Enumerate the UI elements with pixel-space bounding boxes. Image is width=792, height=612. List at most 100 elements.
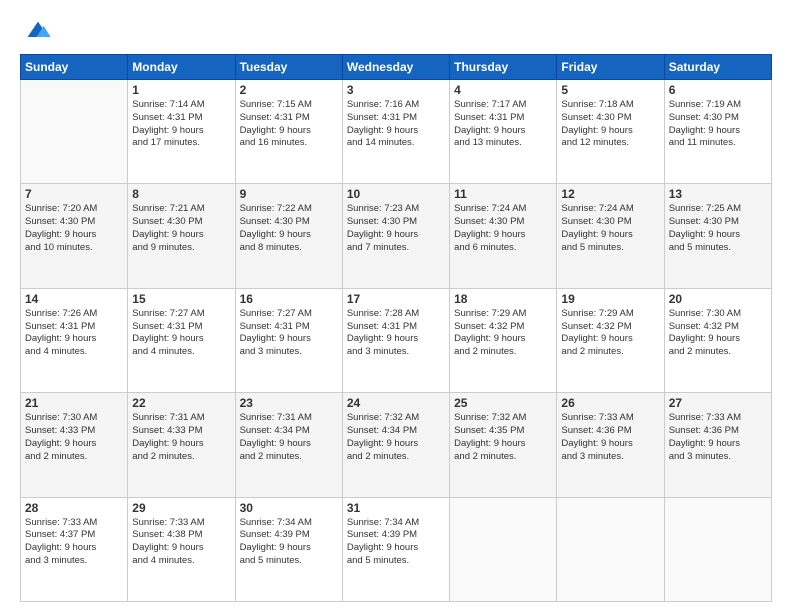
- logo: [20, 16, 52, 44]
- day-number: 15: [132, 292, 230, 306]
- day-number: 12: [561, 187, 659, 201]
- day-cell: 22 Sunrise: 7:31 AM Sunset: 4:33 PM Dayli…: [128, 393, 235, 497]
- day-number: 24: [347, 396, 445, 410]
- day-cell: 17 Sunrise: 7:28 AM Sunset: 4:31 PM Dayli…: [342, 288, 449, 392]
- calendar-body: 1Sunrise: 7:14 AM Sunset: 4:31 PM Daylig…: [21, 80, 772, 602]
- day-info: Sunrise: 7:25 AM Sunset: 4:30 PM Dayligh…: [669, 203, 767, 254]
- day-info: Sunrise: 7:32 AM Sunset: 4:35 PM Dayligh…: [454, 412, 552, 463]
- day-number: 13: [669, 187, 767, 201]
- day-info: Sunrise: 7:28 AM Sunset: 4:31 PM Dayligh…: [347, 308, 445, 359]
- day-cell: 8Sunrise: 7:21 AM Sunset: 4:30 PM Daylig…: [128, 184, 235, 288]
- day-info: Sunrise: 7:33 AM Sunset: 4:36 PM Dayligh…: [561, 412, 659, 463]
- day-cell: 14 Sunrise: 7:26 AM Sunset: 4:31 PM Dayli…: [21, 288, 128, 392]
- day-number: 7: [25, 187, 123, 201]
- day-cell: 10 Sunrise: 7:23 AM Sunset: 4:30 PM Dayli…: [342, 184, 449, 288]
- day-cell: 13 Sunrise: 7:25 AM Sunset: 4:30 PM Dayli…: [664, 184, 771, 288]
- day-number: 19: [561, 292, 659, 306]
- day-info: Sunrise: 7:22 AM Sunset: 4:30 PM Dayligh…: [240, 203, 338, 254]
- weekday-header: Tuesday: [235, 55, 342, 80]
- day-number: 9: [240, 187, 338, 201]
- logo-icon: [24, 16, 52, 44]
- day-info: Sunrise: 7:29 AM Sunset: 4:32 PM Dayligh…: [454, 308, 552, 359]
- day-number: 27: [669, 396, 767, 410]
- weekday-header: Wednesday: [342, 55, 449, 80]
- week-row: 1Sunrise: 7:14 AM Sunset: 4:31 PM Daylig…: [21, 80, 772, 184]
- day-cell: 1Sunrise: 7:14 AM Sunset: 4:31 PM Daylig…: [128, 80, 235, 184]
- day-cell: 24 Sunrise: 7:32 AM Sunset: 4:34 PM Dayli…: [342, 393, 449, 497]
- day-number: 5: [561, 83, 659, 97]
- weekday-header: Thursday: [450, 55, 557, 80]
- day-cell: 18 Sunrise: 7:29 AM Sunset: 4:32 PM Dayli…: [450, 288, 557, 392]
- day-cell: 25 Sunrise: 7:32 AM Sunset: 4:35 PM Dayli…: [450, 393, 557, 497]
- day-cell: 27 Sunrise: 7:33 AM Sunset: 4:36 PM Dayli…: [664, 393, 771, 497]
- day-info: Sunrise: 7:16 AM Sunset: 4:31 PM Dayligh…: [347, 99, 445, 150]
- header: [20, 16, 772, 44]
- day-cell: 3 Sunrise: 7:16 AM Sunset: 4:31 PM Daylig…: [342, 80, 449, 184]
- day-cell: 21 Sunrise: 7:30 AM Sunset: 4:33 PM Dayli…: [21, 393, 128, 497]
- day-info: Sunrise: 7:34 AM Sunset: 4:39 PM Dayligh…: [240, 517, 338, 568]
- day-cell: 6Sunrise: 7:19 AM Sunset: 4:30 PM Daylig…: [664, 80, 771, 184]
- day-number: 14: [25, 292, 123, 306]
- day-cell: 2 Sunrise: 7:15 AM Sunset: 4:31 PM Daylig…: [235, 80, 342, 184]
- day-number: 31: [347, 501, 445, 515]
- day-number: 18: [454, 292, 552, 306]
- page: SundayMondayTuesdayWednesdayThursdayFrid…: [0, 0, 792, 612]
- day-info: Sunrise: 7:27 AM Sunset: 4:31 PM Dayligh…: [132, 308, 230, 359]
- day-number: 28: [25, 501, 123, 515]
- day-number: 11: [454, 187, 552, 201]
- day-info: Sunrise: 7:24 AM Sunset: 4:30 PM Dayligh…: [561, 203, 659, 254]
- week-row: 14 Sunrise: 7:26 AM Sunset: 4:31 PM Dayli…: [21, 288, 772, 392]
- weekday-header: Monday: [128, 55, 235, 80]
- day-cell: [557, 497, 664, 601]
- day-info: Sunrise: 7:15 AM Sunset: 4:31 PM Dayligh…: [240, 99, 338, 150]
- day-number: 2: [240, 83, 338, 97]
- day-number: 29: [132, 501, 230, 515]
- day-cell: 7 Sunrise: 7:20 AM Sunset: 4:30 PM Daylig…: [21, 184, 128, 288]
- day-cell: 5 Sunrise: 7:18 AM Sunset: 4:30 PM Daylig…: [557, 80, 664, 184]
- day-info: Sunrise: 7:18 AM Sunset: 4:30 PM Dayligh…: [561, 99, 659, 150]
- day-cell: 4 Sunrise: 7:17 AM Sunset: 4:31 PM Daylig…: [450, 80, 557, 184]
- day-info: Sunrise: 7:31 AM Sunset: 4:34 PM Dayligh…: [240, 412, 338, 463]
- day-cell: 11 Sunrise: 7:24 AM Sunset: 4:30 PM Dayli…: [450, 184, 557, 288]
- day-info: Sunrise: 7:32 AM Sunset: 4:34 PM Dayligh…: [347, 412, 445, 463]
- day-number: 20: [669, 292, 767, 306]
- day-cell: 29Sunrise: 7:33 AM Sunset: 4:38 PM Dayli…: [128, 497, 235, 601]
- day-cell: 20Sunrise: 7:30 AM Sunset: 4:32 PM Dayli…: [664, 288, 771, 392]
- day-number: 26: [561, 396, 659, 410]
- day-cell: 31 Sunrise: 7:34 AM Sunset: 4:39 PM Dayli…: [342, 497, 449, 601]
- day-info: Sunrise: 7:26 AM Sunset: 4:31 PM Dayligh…: [25, 308, 123, 359]
- day-number: 25: [454, 396, 552, 410]
- day-info: Sunrise: 7:20 AM Sunset: 4:30 PM Dayligh…: [25, 203, 123, 254]
- week-row: 28 Sunrise: 7:33 AM Sunset: 4:37 PM Dayli…: [21, 497, 772, 601]
- day-number: 8: [132, 187, 230, 201]
- day-info: Sunrise: 7:31 AM Sunset: 4:33 PM Dayligh…: [132, 412, 230, 463]
- header-row: SundayMondayTuesdayWednesdayThursdayFrid…: [21, 55, 772, 80]
- day-info: Sunrise: 7:17 AM Sunset: 4:31 PM Dayligh…: [454, 99, 552, 150]
- week-row: 21 Sunrise: 7:30 AM Sunset: 4:33 PM Dayli…: [21, 393, 772, 497]
- day-cell: 9 Sunrise: 7:22 AM Sunset: 4:30 PM Daylig…: [235, 184, 342, 288]
- day-cell: 19 Sunrise: 7:29 AM Sunset: 4:32 PM Dayli…: [557, 288, 664, 392]
- day-number: 22: [132, 396, 230, 410]
- day-number: 4: [454, 83, 552, 97]
- day-cell: [450, 497, 557, 601]
- weekday-header: Sunday: [21, 55, 128, 80]
- day-number: 17: [347, 292, 445, 306]
- day-cell: [21, 80, 128, 184]
- day-number: 3: [347, 83, 445, 97]
- calendar-header: SundayMondayTuesdayWednesdayThursdayFrid…: [21, 55, 772, 80]
- day-number: 1: [132, 83, 230, 97]
- day-info: Sunrise: 7:23 AM Sunset: 4:30 PM Dayligh…: [347, 203, 445, 254]
- day-number: 16: [240, 292, 338, 306]
- day-number: 10: [347, 187, 445, 201]
- day-info: Sunrise: 7:33 AM Sunset: 4:36 PM Dayligh…: [669, 412, 767, 463]
- day-info: Sunrise: 7:29 AM Sunset: 4:32 PM Dayligh…: [561, 308, 659, 359]
- day-number: 30: [240, 501, 338, 515]
- weekday-header: Saturday: [664, 55, 771, 80]
- day-info: Sunrise: 7:34 AM Sunset: 4:39 PM Dayligh…: [347, 517, 445, 568]
- day-info: Sunrise: 7:24 AM Sunset: 4:30 PM Dayligh…: [454, 203, 552, 254]
- day-number: 21: [25, 396, 123, 410]
- day-cell: 15 Sunrise: 7:27 AM Sunset: 4:31 PM Dayli…: [128, 288, 235, 392]
- day-info: Sunrise: 7:19 AM Sunset: 4:30 PM Dayligh…: [669, 99, 767, 150]
- day-info: Sunrise: 7:30 AM Sunset: 4:33 PM Dayligh…: [25, 412, 123, 463]
- day-info: Sunrise: 7:33 AM Sunset: 4:37 PM Dayligh…: [25, 517, 123, 568]
